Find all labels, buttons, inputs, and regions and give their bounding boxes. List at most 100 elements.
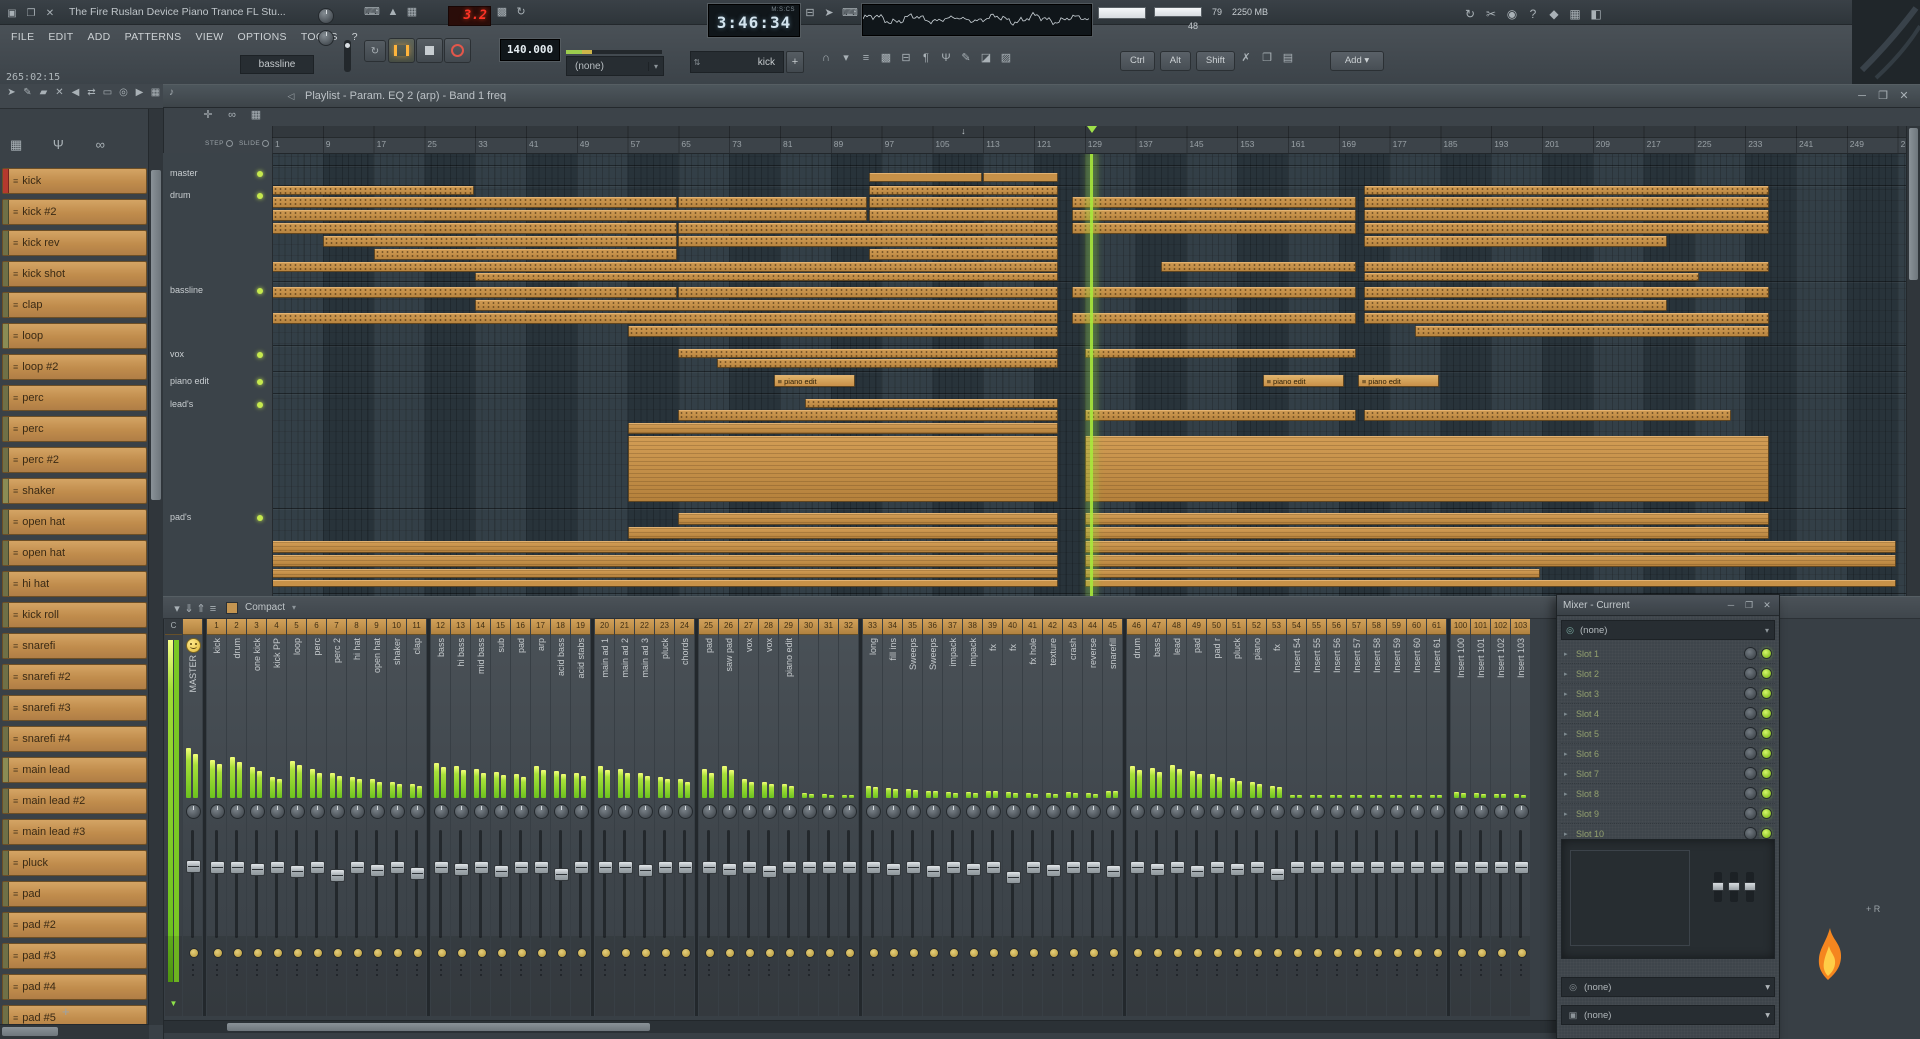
- paint-tool-icon[interactable]: ▰: [38, 88, 49, 98]
- volume-fader[interactable]: [1307, 826, 1326, 942]
- playlist-clip[interactable]: [272, 569, 1058, 578]
- mixer-strip[interactable]: 6 perc: [307, 618, 326, 1016]
- fader-handle[interactable]: [474, 861, 489, 874]
- blend-notes-icon[interactable]: ▦: [406, 7, 418, 18]
- pan-knob[interactable]: [1430, 804, 1445, 819]
- playlist-vscrollbar[interactable]: [1906, 126, 1920, 596]
- shift-key-button[interactable]: Shift: [1195, 51, 1235, 71]
- mixer-strip[interactable]: 41 fx hole: [1023, 618, 1042, 1016]
- add-button[interactable]: Add ▾: [1330, 51, 1384, 71]
- slot-led[interactable]: [1761, 808, 1772, 819]
- playlist-clip[interactable]: [272, 223, 677, 234]
- pan-knob[interactable]: [1026, 804, 1041, 819]
- microphone-icon[interactable]: ◉: [1506, 8, 1518, 20]
- slot-knob[interactable]: [1744, 807, 1757, 820]
- playlist-clip[interactable]: [678, 287, 1058, 298]
- playlist-clip[interactable]: ≡ piano edit: [1357, 375, 1439, 387]
- mute-led[interactable]: [680, 948, 691, 958]
- playlist-clip[interactable]: [272, 262, 1058, 272]
- pan-knob[interactable]: [534, 804, 549, 819]
- mixer-strip[interactable]: 58 Insert 58: [1367, 618, 1386, 1016]
- pan-knob[interactable]: [186, 804, 201, 819]
- mixer-strip[interactable]: 28 vox: [759, 618, 778, 1016]
- fader-handle[interactable]: [574, 861, 589, 874]
- volume-fader[interactable]: [839, 826, 858, 942]
- mixer-strip[interactable]: 25 pad: [699, 618, 718, 1016]
- mixer-strip[interactable]: 102 Insert 102: [1491, 618, 1510, 1016]
- playback-tool-icon[interactable]: ▶: [134, 88, 145, 98]
- playlist-clip[interactable]: [1084, 410, 1357, 421]
- fader-handle[interactable]: [702, 861, 717, 874]
- mute-led[interactable]: [640, 948, 651, 958]
- pan-knob[interactable]: [822, 804, 837, 819]
- pan-knob[interactable]: [1454, 804, 1469, 819]
- playlist-clip[interactable]: [1364, 313, 1770, 324]
- play-pause-button[interactable]: [388, 38, 415, 63]
- pan-knob[interactable]: [1250, 804, 1265, 819]
- pattern-item[interactable]: ≡ clap: [2, 292, 147, 318]
- playlist-clip[interactable]: [1084, 513, 1770, 525]
- pan-knob[interactable]: [350, 804, 365, 819]
- fader-handle[interactable]: [1250, 861, 1265, 874]
- scissors-icon[interactable]: ✂: [1485, 8, 1497, 20]
- route-up-icon[interactable]: ⇑: [195, 603, 207, 615]
- pan-knob[interactable]: [618, 804, 633, 819]
- pattern-item[interactable]: ≡ snarefi #4: [2, 726, 147, 752]
- mixer-strip[interactable]: 54 Insert 54: [1287, 618, 1306, 1016]
- fader-handle[interactable]: [514, 861, 529, 874]
- mute-led[interactable]: [1352, 948, 1363, 958]
- tempo-display[interactable]: 140.000: [500, 39, 560, 61]
- playlist-clip[interactable]: [678, 349, 1058, 358]
- fader-handle[interactable]: [1310, 861, 1325, 874]
- mixer-strip[interactable]: 50 pad r: [1207, 618, 1226, 1016]
- slot-led[interactable]: [1761, 748, 1772, 759]
- volume-fader[interactable]: [367, 826, 386, 942]
- mute-led[interactable]: [1152, 948, 1163, 958]
- pattern-item[interactable]: ≡ kick #2: [2, 199, 147, 225]
- mixer-slot[interactable]: ▸ Slot 2: [1561, 664, 1775, 684]
- playlist-clip[interactable]: [868, 186, 1058, 195]
- pan-knob[interactable]: [494, 804, 509, 819]
- pattern-item[interactable]: ≡ pad: [2, 881, 147, 907]
- volume-fader[interactable]: [451, 826, 470, 942]
- pan-knob[interactable]: [410, 804, 425, 819]
- volume-fader[interactable]: [1347, 826, 1366, 942]
- metronome-icon[interactable]: ▲: [387, 7, 399, 18]
- pattern-selector[interactable]: (none) ▾: [566, 56, 664, 76]
- mixer-strip[interactable]: 36 Sweeps: [923, 618, 942, 1016]
- playlist-vscroll-thumb[interactable]: [1909, 128, 1918, 280]
- playlist-clip[interactable]: [1084, 527, 1770, 539]
- playlist-clip[interactable]: [272, 210, 868, 221]
- mixer-strip[interactable]: 49 pad: [1187, 618, 1206, 1016]
- pan-knob[interactable]: [1210, 804, 1225, 819]
- mixer-strip[interactable]: 33 long: [863, 618, 882, 1016]
- mute-led[interactable]: [1048, 948, 1059, 958]
- playlist-clip[interactable]: [868, 249, 1058, 260]
- tuning-fork-icon[interactable]: Ψ: [52, 138, 64, 151]
- mute-led[interactable]: [536, 948, 547, 958]
- pan-knob[interactable]: [842, 804, 857, 819]
- fader-handle[interactable]: [722, 863, 737, 877]
- marker-icon[interactable]: ¶: [920, 53, 932, 64]
- pan-knob[interactable]: [966, 804, 981, 819]
- volume-fader[interactable]: [1427, 826, 1446, 942]
- pattern-item[interactable]: ≡ open hat: [2, 509, 147, 535]
- select-tool-icon[interactable]: ▭: [102, 88, 113, 98]
- playlist-clip[interactable]: [1364, 273, 1700, 281]
- slot-led[interactable]: [1761, 788, 1772, 799]
- mixer-color-swatch[interactable]: [226, 601, 238, 614]
- sidebar-hscroll-thumb[interactable]: [2, 1027, 58, 1036]
- mute-led[interactable]: [556, 948, 567, 958]
- fader-handle[interactable]: [1106, 865, 1121, 879]
- volume-fader[interactable]: [779, 826, 798, 942]
- playlist-clip[interactable]: [1084, 569, 1541, 578]
- mute-led[interactable]: [824, 948, 835, 958]
- pan-knob[interactable]: [658, 804, 673, 819]
- fader-handle[interactable]: [1026, 861, 1041, 874]
- mute-led[interactable]: [620, 948, 631, 958]
- fader-handle[interactable]: [842, 861, 857, 874]
- volume-fader[interactable]: [247, 826, 266, 942]
- fader-handle[interactable]: [210, 861, 225, 874]
- pan-knob[interactable]: [1310, 804, 1325, 819]
- pattern-item[interactable]: ≡ perc #2: [2, 447, 147, 473]
